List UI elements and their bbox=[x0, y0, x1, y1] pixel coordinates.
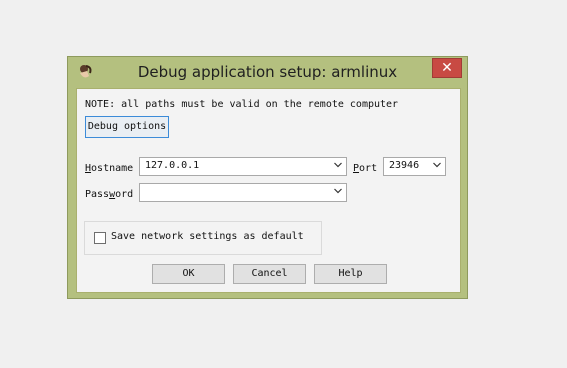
close-button[interactable]: ✕ bbox=[432, 58, 462, 78]
help-button[interactable]: Help bbox=[314, 264, 387, 284]
network-settings-group: Save network settings as default bbox=[84, 221, 322, 255]
save-default-label[interactable]: Save network settings as default bbox=[111, 231, 304, 242]
note-text: NOTE: all paths must be valid on the rem… bbox=[85, 99, 399, 110]
chevron-down-icon bbox=[433, 162, 441, 168]
port-combobox[interactable]: 23946 bbox=[383, 157, 446, 176]
title-bar[interactable]: Debug application setup: armlinux ✕ bbox=[68, 57, 467, 88]
window-title: Debug application setup: armlinux bbox=[137, 63, 398, 81]
hostname-value: 127.0.0.1 bbox=[145, 160, 200, 171]
cancel-button[interactable]: Cancel bbox=[233, 264, 306, 284]
ok-button[interactable]: OK bbox=[152, 264, 225, 284]
password-label: Password bbox=[85, 189, 134, 200]
close-icon: ✕ bbox=[441, 60, 453, 76]
dialog-body: NOTE: all paths must be valid on the rem… bbox=[76, 88, 461, 293]
port-value: 23946 bbox=[389, 160, 420, 171]
hostname-label: Hostname bbox=[85, 163, 134, 174]
chevron-down-icon bbox=[334, 188, 342, 194]
port-label: Port bbox=[353, 163, 378, 174]
password-combobox[interactable] bbox=[139, 183, 347, 202]
save-default-checkbox[interactable] bbox=[94, 232, 106, 244]
hostname-combobox[interactable]: 127.0.0.1 bbox=[139, 157, 347, 176]
chevron-down-icon bbox=[334, 162, 342, 168]
debug-options-button[interactable]: Debug options bbox=[85, 116, 169, 138]
debug-setup-dialog: Debug application setup: armlinux ✕ NOTE… bbox=[67, 56, 468, 299]
